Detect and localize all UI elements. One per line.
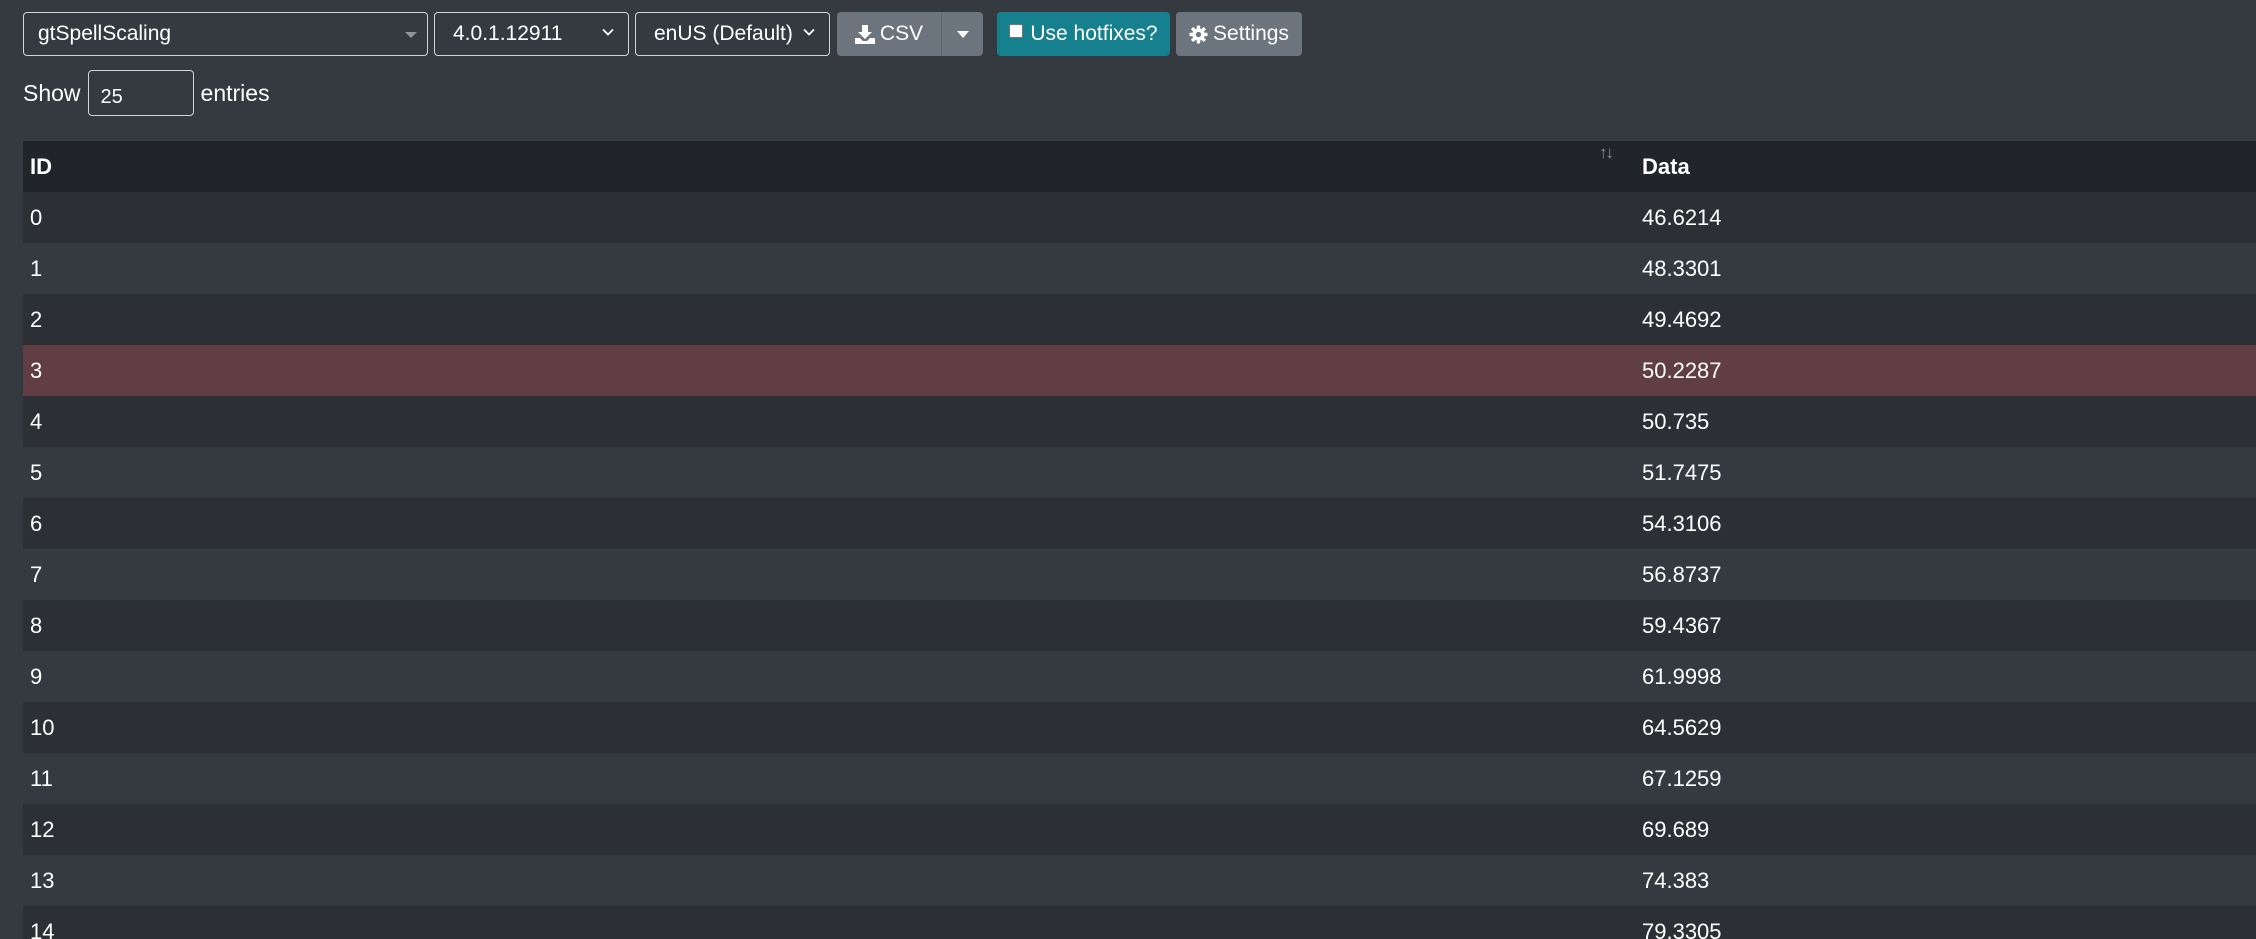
table-row[interactable]: 14 79.3305	[23, 906, 2256, 939]
data-table: ID ↑↓ Data 0 46.6214 1 48.3301 2 49.4692 3 50.2…	[23, 141, 2256, 939]
locale-select[interactable]: enUS (Default)	[635, 12, 830, 56]
cell-data: 79.3305	[1642, 918, 1722, 939]
table-row[interactable]: 3 50.2287	[23, 345, 2256, 396]
csv-label: CSV	[879, 22, 924, 45]
cell-data: 50.735	[1642, 408, 1710, 434]
show-entries: Show 25 entries	[23, 70, 270, 116]
cell-id: 13	[30, 867, 55, 893]
settings-label: Settings	[1213, 22, 1289, 45]
table-row[interactable]: 6 54.3106	[23, 498, 2256, 549]
cell-id: 9	[30, 663, 43, 689]
cell-id: 6	[30, 510, 43, 536]
csv-button-group: CSV	[837, 12, 983, 56]
column-header-id[interactable]: ID	[23, 154, 1635, 192]
toolbar: gtSpellScaling 4.0.1.12911 enUS (Default…	[23, 12, 1302, 58]
page: gtSpellScaling 4.0.1.12911 enUS (Default…	[0, 0, 2256, 939]
table-row[interactable]: 13 74.383	[23, 855, 2256, 906]
cell-data: 67.1259	[1642, 765, 1722, 791]
show-label: Show	[23, 79, 81, 106]
hotfix-checkbox[interactable]	[1009, 24, 1024, 38]
table-row[interactable]: 9 61.9998	[23, 651, 2256, 702]
cell-id: 1	[30, 255, 43, 281]
table-row[interactable]: 7 56.8737	[23, 549, 2256, 600]
cell-data: 59.4367	[1642, 612, 1722, 638]
cell-data: 49.4692	[1642, 306, 1722, 332]
table-row[interactable]: 4 50.735	[23, 396, 2256, 447]
table-select-value: gtSpellScaling	[38, 22, 172, 45]
table-row[interactable]: 5 51.7475	[23, 447, 2256, 498]
table-row[interactable]: 10 64.5629	[23, 702, 2256, 753]
cell-id: 5	[30, 459, 43, 485]
settings-button[interactable]: Settings	[1176, 12, 1302, 56]
cell-id: 12	[30, 816, 55, 842]
table-row[interactable]: 2 49.4692	[23, 294, 2256, 345]
entries-input[interactable]: 25	[87, 70, 194, 116]
cell-id: 7	[30, 561, 43, 587]
table-header: ID ↑↓ Data	[23, 141, 2256, 192]
table-row[interactable]: 11 67.1259	[23, 753, 2256, 804]
table-row[interactable]: 12 69.689	[23, 804, 2256, 855]
cell-id: 3	[30, 357, 43, 383]
cell-id: 8	[30, 612, 43, 638]
table-row[interactable]: 1 48.3301	[23, 243, 2256, 294]
download-icon	[854, 24, 875, 44]
chevron-down-icon	[602, 28, 614, 36]
caret-down-icon	[956, 30, 969, 38]
table-body: 0 46.6214 1 48.3301 2 49.4692 3 50.2287 4 50.735 5…	[23, 192, 2256, 939]
hotfix-label: Use hotfixes?	[1030, 22, 1158, 45]
table-row[interactable]: 0 46.6214	[23, 192, 2256, 243]
entries-value: 25	[100, 85, 123, 108]
table-select[interactable]: gtSpellScaling	[23, 12, 428, 56]
build-select[interactable]: 4.0.1.12911	[434, 12, 629, 56]
cell-data: 61.9998	[1642, 663, 1722, 689]
build-select-value: 4.0.1.12911	[453, 22, 563, 45]
cell-id: 2	[30, 306, 43, 332]
cell-data: 54.3106	[1642, 510, 1722, 536]
cell-id: 11	[30, 765, 53, 791]
cell-data: 48.3301	[1642, 255, 1722, 281]
column-header-data[interactable]: Data	[1635, 154, 1690, 192]
locale-select-value: enUS (Default)	[654, 22, 793, 45]
cell-data: 50.2287	[1642, 357, 1722, 383]
cell-data: 51.7475	[1642, 459, 1722, 485]
cell-id: 14	[30, 918, 55, 939]
entries-suffix-label: entries	[200, 79, 270, 106]
cell-data: 46.6214	[1642, 204, 1722, 230]
gear-icon	[1189, 24, 1208, 44]
sort-icon[interactable]: ↑↓	[1599, 143, 1614, 163]
cell-data: 74.383	[1642, 867, 1710, 893]
caret-down-icon	[405, 32, 417, 38]
cell-data: 69.689	[1642, 816, 1710, 842]
chevron-down-icon	[803, 28, 815, 36]
table-row[interactable]: 8 59.4367	[23, 600, 2256, 651]
cell-data: 56.8737	[1642, 561, 1722, 587]
use-hotfixes-toggle[interactable]: Use hotfixes?	[997, 12, 1170, 56]
csv-download-button[interactable]: CSV	[837, 12, 941, 56]
cell-id: 10	[30, 714, 55, 740]
cell-id: 4	[30, 408, 43, 434]
cell-id: 0	[30, 204, 43, 230]
cell-data: 64.5629	[1642, 714, 1722, 740]
csv-dropdown-toggle[interactable]	[941, 12, 983, 56]
